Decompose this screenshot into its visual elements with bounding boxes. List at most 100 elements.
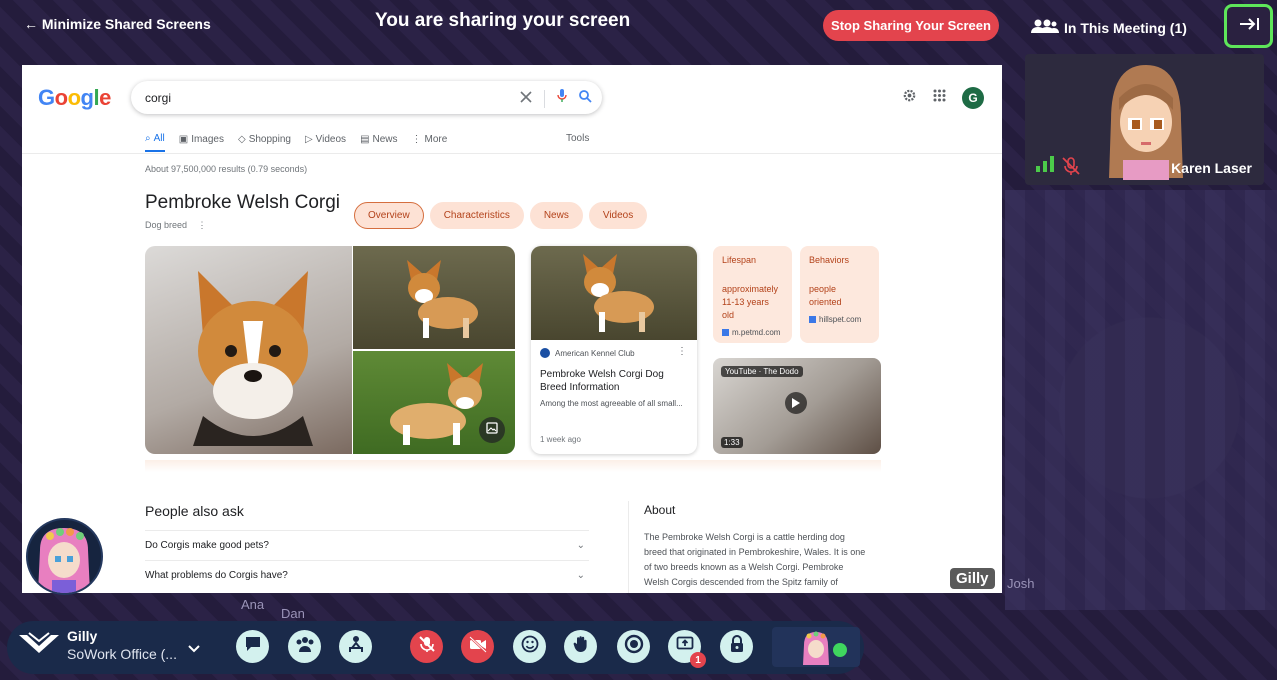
about-text: The Pembroke Welsh Corgi is a cattle her… — [644, 532, 866, 587]
group-icon — [295, 635, 315, 658]
apps-grid-icon[interactable] — [933, 89, 946, 107]
meeting-room-button[interactable] — [339, 630, 372, 663]
play-icon[interactable] — [785, 392, 807, 414]
chat-button[interactable] — [236, 630, 269, 663]
card-snippet: Among the most agreeable of all small... — [540, 399, 683, 408]
more-options-icon[interactable]: ⋮ — [677, 346, 687, 357]
results-fade — [145, 460, 881, 472]
sowork-logo-icon — [17, 627, 61, 662]
fact-card-lifespan[interactable]: Lifespan approximately 11-13 years old m… — [713, 246, 792, 343]
source-favicon-icon — [722, 329, 729, 336]
tab-images[interactable]: ▣ Images — [179, 133, 224, 152]
camera-toggle[interactable] — [461, 630, 494, 663]
stop-sharing-button[interactable]: Stop Sharing Your Screen — [823, 10, 999, 41]
video-thumbnail[interactable]: YouTube · The Dodo 1:33 — [713, 358, 881, 454]
top-bar: ← Minimize Shared Screens You are sharin… — [0, 0, 1277, 56]
emoji-button[interactable] — [513, 630, 546, 663]
people-icon — [1030, 18, 1060, 37]
tab-news[interactable]: ▤ News — [360, 133, 397, 152]
muted-mic-icon — [1061, 156, 1081, 181]
chevron-down-icon: ⌄ — [576, 570, 585, 581]
screen-owner-tag: Gilly — [950, 568, 995, 589]
user-name: Gilly — [67, 627, 98, 644]
world-player-label: Josh — [1007, 576, 1035, 591]
card-title[interactable]: Pembroke Welsh Corgi Dog Breed Informati… — [540, 368, 690, 394]
search-icon[interactable] — [579, 89, 592, 108]
card-image — [531, 246, 697, 340]
settings-gear-icon[interactable] — [902, 88, 917, 108]
collapse-panel-button[interactable] — [1224, 4, 1273, 48]
microphone-toggle[interactable] — [410, 630, 443, 663]
in-this-meeting-button[interactable]: In This Meeting (1) — [1030, 18, 1187, 37]
self-avatar[interactable] — [26, 518, 103, 595]
online-status-indicator — [833, 643, 847, 657]
raise-hand-button[interactable] — [564, 630, 597, 663]
search-tabs: ⌕ All ▣ Images ◇ Shopping ▷ Videos ▤ News ⋮ Mo… — [145, 133, 447, 152]
my-avatar-status[interactable] — [772, 627, 860, 667]
arrow-to-right-icon — [1238, 16, 1260, 37]
divider — [628, 501, 629, 593]
people-button[interactable] — [288, 630, 321, 663]
chip-overview[interactable]: Overview — [354, 202, 424, 229]
paa-question[interactable]: What problems do Corgis have? ⌄ — [145, 560, 589, 590]
fact-label: Lifespan — [722, 255, 757, 265]
record-button[interactable] — [617, 630, 650, 663]
tools-button[interactable]: Tools — [566, 133, 589, 144]
user-menu[interactable]: Gilly SoWork Office (... — [17, 627, 177, 662]
fact-label: Behaviors — [809, 255, 850, 265]
paa-question[interactable]: Do Corgis make good pets? ⌄ — [145, 530, 589, 560]
minimize-label: ← Minimize Shared Screens — [24, 16, 211, 32]
divider — [22, 153, 1002, 154]
knowledge-panel-title: Pembroke Welsh Corgi — [145, 192, 341, 213]
lock-button[interactable] — [720, 630, 753, 663]
tab-more[interactable]: ⋮ More — [412, 133, 448, 152]
results-count: About 97,500,000 results (0.79 seconds) — [145, 164, 308, 174]
participant-tile[interactable]: Karen Laser — [1025, 54, 1264, 185]
office-name: SoWork Office (... — [67, 645, 177, 662]
news-icon: ▤ — [360, 134, 370, 145]
corgi-photo[interactable] — [145, 246, 352, 454]
chip-news[interactable]: News — [529, 202, 583, 229]
tab-videos[interactable]: ▷ Videos — [305, 133, 346, 152]
microphone-icon[interactable] — [557, 89, 567, 108]
more-options-icon: ⋮ — [197, 220, 207, 230]
search-input[interactable] — [145, 90, 485, 105]
sharing-title: You are sharing your screen — [375, 10, 631, 31]
meeting-count-label: In This Meeting (1) — [1064, 19, 1187, 36]
chevron-down-icon[interactable] — [188, 640, 200, 658]
akc-favicon-icon — [540, 348, 550, 358]
clear-icon[interactable] — [520, 90, 532, 108]
search-box[interactable] — [131, 81, 602, 114]
lock-icon — [729, 635, 745, 658]
account-avatar[interactable]: G — [962, 87, 984, 109]
card-source: American Kennel Club — [540, 348, 635, 358]
topic-chips: Overview Characteristics News Videos — [354, 202, 648, 229]
share-count-badge: 1 — [690, 652, 706, 668]
google-logo[interactable]: Google — [38, 85, 111, 111]
gallery-button[interactable] — [479, 417, 505, 443]
video-source: YouTube · The Dodo — [721, 366, 803, 377]
chevron-down-icon: ⌄ — [576, 540, 585, 551]
chip-videos[interactable]: Videos — [588, 202, 648, 229]
image-gallery[interactable] — [145, 246, 515, 454]
result-card[interactable]: American Kennel Club ⋮ Pembroke Welsh Co… — [531, 246, 697, 454]
mic-off-icon — [418, 635, 436, 658]
more-dots-icon: ⋮ — [411, 134, 422, 145]
fact-card-behaviors[interactable]: Behaviors people oriented hillspet.com — [800, 246, 879, 343]
tab-all[interactable]: ⌕ All — [145, 133, 165, 152]
world-player-label: Dan — [281, 606, 305, 621]
fact-source: m.petmd.com — [722, 328, 783, 337]
meeting-people-icon — [347, 635, 365, 658]
tab-shopping[interactable]: ◇ Shopping — [238, 133, 291, 152]
about-title: About — [644, 503, 676, 517]
shared-screen: Google G ⌕All ▣Images ◇Shopping ▷Vid — [22, 65, 1002, 593]
fact-value: approximately 11-13 years old — [722, 284, 779, 320]
minimize-shared-screens-link[interactable]: ← Minimize Shared Screens — [24, 16, 211, 32]
corgi-photo[interactable] — [353, 246, 515, 349]
chip-characteristics[interactable]: Characteristics — [429, 202, 524, 229]
world-player-label: Ana — [241, 597, 265, 612]
hand-icon — [572, 635, 590, 658]
chat-bubble-icon — [244, 635, 262, 658]
camera-off-icon — [468, 635, 488, 658]
corgi-photo[interactable] — [353, 351, 515, 454]
